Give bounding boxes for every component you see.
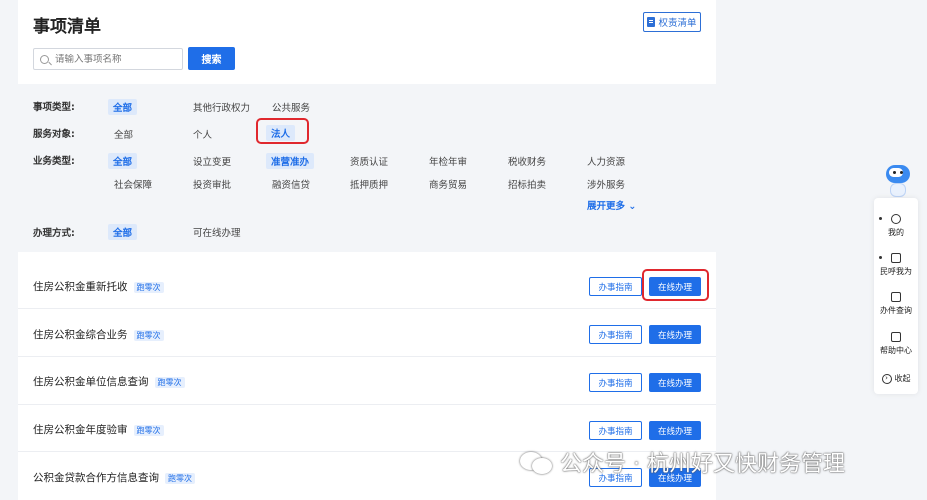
zero-trip-badge: 跑零次 xyxy=(133,282,164,293)
highlight-box xyxy=(642,269,709,301)
business-type-option[interactable]: 年检年审 xyxy=(429,154,467,168)
business-type-option[interactable]: 全部 xyxy=(108,153,138,169)
online-handle-button[interactable]: 在线办理 xyxy=(649,421,701,440)
sidebar-item-label: 收起 xyxy=(894,374,911,383)
business-type-option[interactable]: 资质认证 xyxy=(350,154,388,168)
sidebar-item-label: 我的 xyxy=(888,228,904,237)
document-icon xyxy=(647,17,656,27)
business-type-option[interactable]: 商务贸易 xyxy=(429,177,467,191)
sidebar-item-case-query[interactable]: 办件查询 xyxy=(874,292,918,316)
search-icon xyxy=(40,54,49,64)
search-button[interactable]: 搜索 xyxy=(188,47,235,70)
item-type-option[interactable]: 全部 xyxy=(108,99,138,115)
business-type-option[interactable]: 人力资源 xyxy=(587,154,625,168)
file-search-icon xyxy=(891,292,901,302)
page-title: 事项清单 xyxy=(33,17,101,37)
item-name[interactable]: 公积金贷款合作方信息查询 xyxy=(33,472,159,484)
message-icon xyxy=(891,253,901,263)
assistant-robot-icon[interactable] xyxy=(884,163,912,199)
service-target-option[interactable]: 个人 xyxy=(193,127,212,141)
sidebar-item-mine[interactable]: 我的 xyxy=(874,214,918,238)
sidebar-item-hotline[interactable]: 民呼我为 xyxy=(874,253,918,277)
floating-sidebar: 我的 民呼我为 办件查询 帮助中心 › 收起 xyxy=(874,198,918,394)
search-input[interactable] xyxy=(55,53,175,65)
item-type-option[interactable]: 其他行政权力 xyxy=(193,100,250,114)
wechat-icon xyxy=(520,448,554,476)
business-type-option[interactable]: 社会保障 xyxy=(114,177,152,191)
item-name[interactable]: 住房公积金单位信息查询 xyxy=(33,376,149,388)
rights-list-label: 权责清单 xyxy=(658,18,697,29)
book-icon xyxy=(891,332,901,342)
watermark-text: 公众号 · 杭州好又快财务管理 xyxy=(560,452,845,477)
zero-trip-badge: 跑零次 xyxy=(133,425,164,436)
guide-button[interactable]: 办事指南 xyxy=(589,373,642,392)
business-type-option[interactable]: 融资信贷 xyxy=(272,177,310,191)
expand-more-label: 展开更多 xyxy=(587,201,626,212)
guide-button[interactable]: 办事指南 xyxy=(589,325,642,344)
service-target-option[interactable]: 全部 xyxy=(114,127,133,141)
business-type-option[interactable]: 设立变更 xyxy=(193,154,231,168)
business-type-option[interactable]: 投资审批 xyxy=(193,177,231,191)
chevron-down-icon: ⌄ xyxy=(628,201,637,212)
zero-trip-badge: 跑零次 xyxy=(133,330,164,341)
watermark: 公众号 · 杭州好又快财务管理 xyxy=(520,446,845,478)
business-type-option[interactable]: 准营准办 xyxy=(266,153,315,169)
search-input-wrapper[interactable] xyxy=(33,48,183,70)
business-type-option[interactable]: 抵押质押 xyxy=(350,177,388,191)
online-handle-button[interactable]: 在线办理 xyxy=(649,373,701,392)
guide-button[interactable]: 办事指南 xyxy=(589,421,642,440)
sidebar-item-label: 民呼我为 xyxy=(880,267,912,276)
item-type-label: 事项类型: xyxy=(33,102,75,113)
item-type-option[interactable]: 公共服务 xyxy=(272,100,310,114)
zero-trip-badge: 跑零次 xyxy=(165,473,195,484)
item-name[interactable]: 住房公积金年度验审 xyxy=(33,424,128,436)
collapse-icon: › xyxy=(881,373,892,384)
business-type-option[interactable]: 招标拍卖 xyxy=(508,177,546,191)
zero-trip-badge: 跑零次 xyxy=(154,377,185,388)
item-name[interactable]: 住房公积金综合业务 xyxy=(33,329,128,341)
handling-method-option[interactable]: 全部 xyxy=(108,224,138,240)
business-type-label: 业务类型: xyxy=(33,156,75,167)
item-name[interactable]: 住房公积金重新托收 xyxy=(33,281,128,293)
highlight-box xyxy=(256,118,309,144)
handling-method-label: 办理方式: xyxy=(33,228,75,239)
expand-more-link[interactable]: 展开更多 ⌄ xyxy=(587,198,636,212)
handling-method-option[interactable]: 可在线办理 xyxy=(193,225,241,239)
business-type-option[interactable]: 涉外服务 xyxy=(587,177,625,191)
service-target-label: 服务对象: xyxy=(33,129,75,140)
user-icon xyxy=(891,214,901,224)
sidebar-item-label: 帮助中心 xyxy=(880,346,912,355)
guide-button[interactable]: 办事指南 xyxy=(589,277,642,296)
business-type-option[interactable]: 税收财务 xyxy=(508,154,546,168)
sidebar-collapse[interactable]: › 收起 xyxy=(874,373,918,384)
online-handle-button[interactable]: 在线办理 xyxy=(649,325,701,344)
sidebar-item-help[interactable]: 帮助中心 xyxy=(874,332,918,356)
page: 事项清单 权责清单 搜索 事项类型: 全部 其他行政权力 公共服务 服务对象: … xyxy=(0,0,927,500)
rights-list-button[interactable]: 权责清单 xyxy=(643,12,701,32)
sidebar-item-label: 办件查询 xyxy=(880,306,912,315)
